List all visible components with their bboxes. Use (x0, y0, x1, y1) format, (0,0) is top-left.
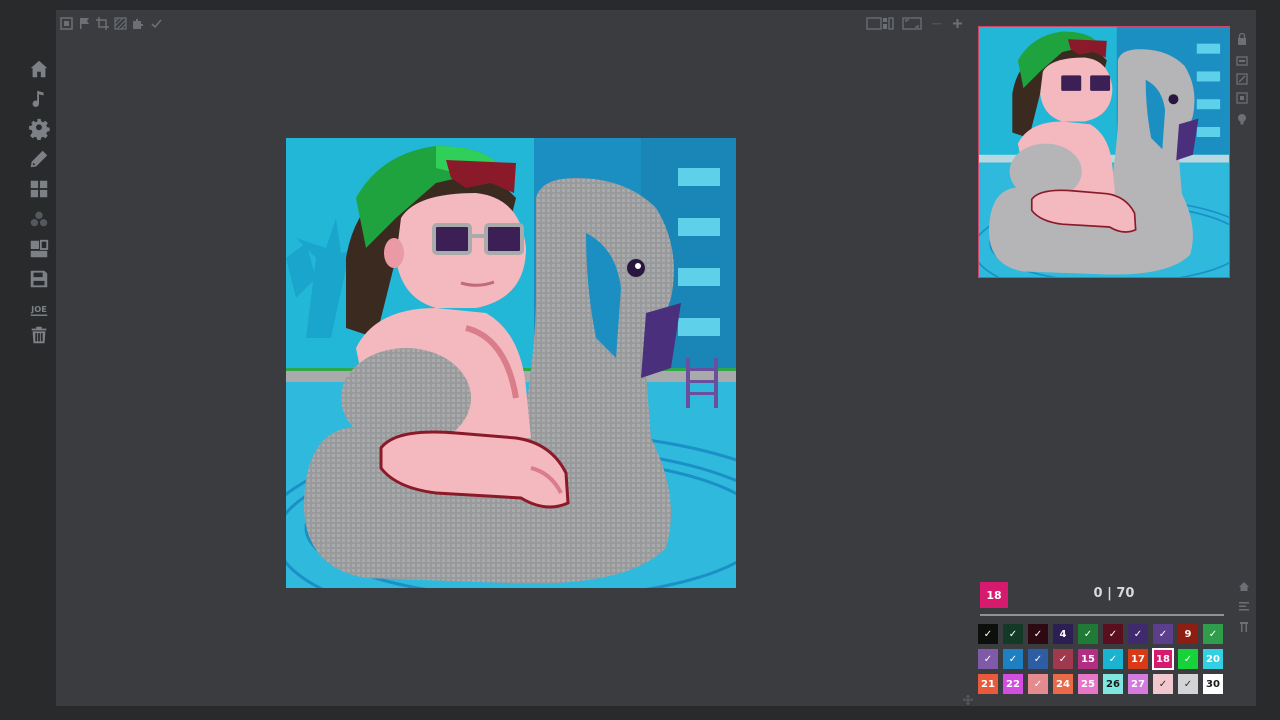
palette-swatch[interactable]: 30 (1203, 674, 1223, 694)
palette-swatch[interactable]: 4 (1053, 624, 1073, 644)
crop-icon[interactable] (96, 16, 109, 30)
palette-divider (980, 614, 1224, 616)
resize-icon[interactable] (1234, 72, 1250, 86)
palette-swatch[interactable]: ✓ (1003, 649, 1023, 669)
palette-swatch[interactable]: 21 (978, 674, 998, 694)
minus-icon[interactable] (930, 17, 943, 30)
check-icon[interactable] (150, 17, 163, 30)
palette-swatch[interactable]: ✓ (1053, 649, 1073, 669)
palette-row: 21 22 ✓ 24 25 26 27 ✓ ✓ 30 (978, 674, 1228, 694)
palette-swatch[interactable]: ✓ (978, 649, 998, 669)
palette-swatch[interactable]: 27 (1128, 674, 1148, 694)
progress-counter: 0 | 70 (1093, 586, 1135, 601)
palette-swatch[interactable]: ✓ (1178, 674, 1198, 694)
layer-icon[interactable] (1234, 54, 1250, 68)
color-palette: ✓ ✓ ✓ 4 ✓ ✓ ✓ ✓ 9 ✓ ✓ ✓ ✓ ✓ 15 ✓ 17 18 ✓ 20 21 22 ✓ 24 25 26 27 ✓ ✓ 3… (978, 624, 1228, 699)
palette-swatch[interactable]: ✓ (1178, 649, 1198, 669)
pixel-canvas[interactable] (286, 138, 736, 588)
palette-row: ✓ ✓ ✓ ✓ 15 ✓ 17 18 ✓ 20 (978, 648, 1228, 670)
palette-swatch[interactable]: ✓ (978, 624, 998, 644)
palette-swatch[interactable]: ✓ (1028, 624, 1048, 644)
canvas-toolbar (60, 14, 163, 32)
plus-icon[interactable] (951, 17, 964, 30)
save-icon[interactable] (22, 266, 56, 292)
palette-swatch[interactable]: ✓ (1128, 624, 1148, 644)
palette-swatch[interactable]: ✓ (1028, 649, 1048, 669)
palette-swatch[interactable]: 18 (1152, 648, 1174, 670)
preview-thumbnail[interactable] (978, 26, 1230, 278)
cluster-icon[interactable] (22, 206, 56, 232)
fit-icon[interactable] (1234, 91, 1250, 105)
palette-swatch[interactable]: ✓ (1103, 624, 1123, 644)
layout-icon[interactable] (866, 16, 894, 30)
pixel-artwork (286, 138, 736, 588)
fullscreen-icon[interactable] (902, 16, 922, 30)
preview-artwork (979, 27, 1229, 277)
palette-swatch[interactable]: 15 (1078, 649, 1098, 669)
list-icon[interactable] (1236, 599, 1252, 613)
pattern-icon[interactable] (114, 16, 127, 30)
frame-icon[interactable] (60, 16, 73, 30)
palette-swatch[interactable]: ✓ (1003, 624, 1023, 644)
palette-swatch[interactable]: ✓ (1078, 624, 1098, 644)
palette-swatch[interactable]: 25 (1078, 674, 1098, 694)
palette-swatch[interactable]: ✓ (1028, 674, 1048, 694)
gear-icon[interactable] (22, 116, 56, 142)
selected-color-swatch[interactable]: 18 (980, 582, 1008, 608)
pin-icon[interactable] (1236, 620, 1252, 634)
view-toolbar (866, 14, 964, 32)
palette-swatch[interactable]: ✓ (1103, 649, 1123, 669)
palette-swatch[interactable]: 9 (1178, 624, 1198, 644)
palette-swatch[interactable]: ✓ (1203, 624, 1223, 644)
home-small-icon[interactable] (1236, 580, 1252, 594)
grid-icon[interactable] (22, 176, 56, 202)
palette-swatch[interactable]: 26 (1103, 674, 1123, 694)
export-icon[interactable] (22, 236, 56, 262)
joe-icon[interactable]: JOE (22, 296, 56, 322)
puzzle-icon[interactable] (132, 17, 145, 30)
trash-icon[interactable] (22, 322, 56, 348)
palette-swatch[interactable]: 17 (1128, 649, 1148, 669)
palette-swatch[interactable]: 22 (1003, 674, 1023, 694)
music-icon[interactable] (22, 86, 56, 112)
resize-handle-icon[interactable] (962, 694, 974, 706)
palette-swatch[interactable]: 24 (1053, 674, 1073, 694)
palette-swatch[interactable]: ✓ (1153, 624, 1173, 644)
palette-row: ✓ ✓ ✓ 4 ✓ ✓ ✓ ✓ 9 ✓ (978, 624, 1228, 644)
pencil-icon[interactable] (22, 146, 56, 172)
flag-icon[interactable] (78, 17, 91, 30)
svg-text:JOE: JOE (30, 304, 47, 314)
bulb-icon[interactable] (1234, 112, 1250, 126)
home-icon[interactable] (22, 56, 56, 82)
palette-swatch[interactable]: 20 (1203, 649, 1223, 669)
palette-swatch[interactable]: ✓ (1153, 674, 1173, 694)
lock-icon[interactable] (1234, 32, 1250, 46)
